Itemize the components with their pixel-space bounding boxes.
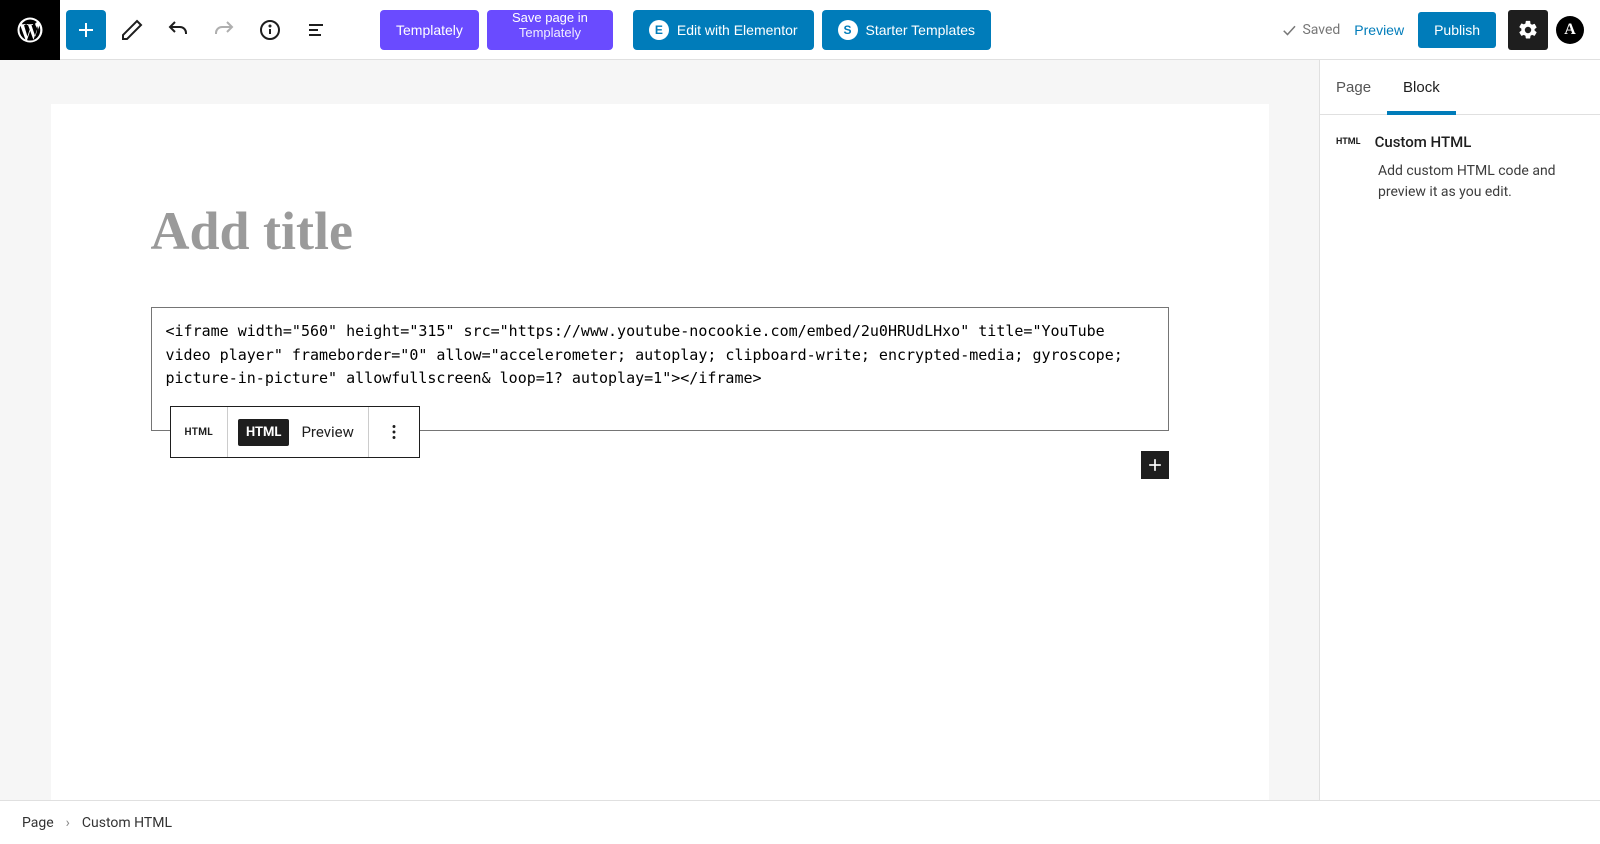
preview-button[interactable]: Preview — [1354, 22, 1404, 38]
block-panel-title: Custom HTML — [1375, 133, 1472, 151]
edit-tool-button[interactable] — [112, 10, 152, 50]
preview-mode-button[interactable]: Preview — [295, 407, 367, 457]
save-templately-line2: Templately — [519, 26, 581, 40]
block-type-button[interactable]: HTML — [171, 407, 227, 457]
tab-block[interactable]: Block — [1387, 60, 1456, 114]
templately-button[interactable]: Templately — [380, 10, 479, 50]
html-mode-button[interactable]: HTML — [228, 407, 295, 457]
edit-elementor-button[interactable]: E Edit with Elementor — [633, 10, 814, 50]
page-content: Add title HTML HTML Preview — [51, 104, 1269, 800]
saved-label: Saved — [1302, 22, 1340, 38]
breadcrumb: Page › Custom HTML — [0, 800, 1600, 844]
saved-indicator: Saved — [1280, 21, 1340, 39]
add-block-button[interactable] — [66, 10, 106, 50]
redo-button[interactable] — [204, 10, 244, 50]
outline-button[interactable] — [296, 10, 336, 50]
wordpress-logo[interactable] — [0, 0, 60, 60]
astra-button[interactable]: A — [1556, 16, 1584, 44]
save-templately-line1: Save page in — [512, 11, 588, 25]
tab-page[interactable]: Page — [1320, 60, 1387, 114]
settings-sidebar: Page Block HTML Custom HTML Add custom H… — [1319, 60, 1600, 800]
starter-templates-button[interactable]: S Starter Templates — [822, 10, 991, 50]
editor-canvas[interactable]: Add title HTML HTML Preview — [0, 60, 1319, 800]
block-toolbar: HTML HTML Preview — [170, 406, 420, 458]
page-title-input[interactable]: Add title — [51, 202, 1269, 261]
starter-templates-label: Starter Templates — [866, 22, 975, 38]
chevron-right-icon: › — [66, 815, 70, 831]
save-in-templately-button[interactable]: Save page in Templately — [487, 10, 613, 50]
undo-button[interactable] — [158, 10, 198, 50]
settings-button[interactable] — [1508, 10, 1548, 50]
publish-button[interactable]: Publish — [1418, 12, 1496, 48]
templately-label: Templately — [396, 22, 463, 38]
breadcrumb-current: Custom HTML — [82, 815, 172, 831]
edit-elementor-label: Edit with Elementor — [677, 22, 798, 38]
info-button[interactable] — [250, 10, 290, 50]
breadcrumb-root[interactable]: Page — [22, 815, 54, 831]
add-block-below-button[interactable] — [1141, 451, 1169, 479]
elementor-icon: E — [649, 20, 669, 40]
starter-icon: S — [838, 20, 858, 40]
editor-toolbar: Templately Save page in Templately E Edi… — [0, 0, 1600, 60]
html-block-icon: HTML — [1336, 136, 1361, 148]
block-panel-description: Add custom HTML code and preview it as y… — [1378, 161, 1584, 203]
block-more-button[interactable] — [369, 407, 419, 457]
